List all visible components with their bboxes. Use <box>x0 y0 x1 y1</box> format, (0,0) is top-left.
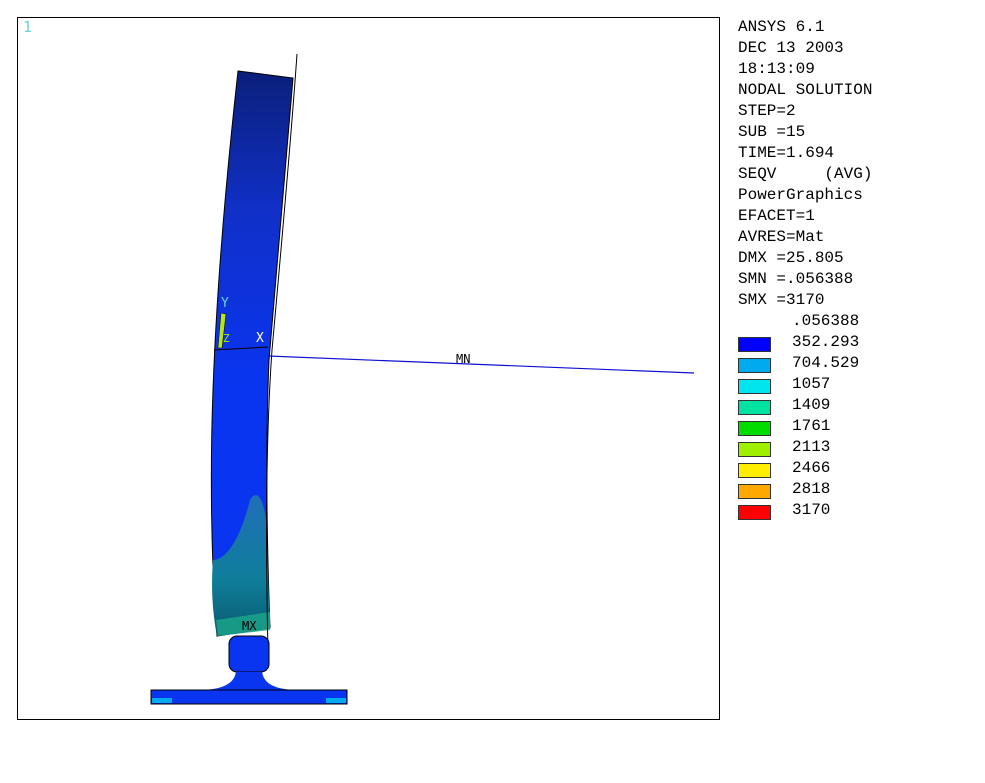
legend-min-value: .056388 <box>792 312 860 330</box>
legend-swatch <box>738 358 771 373</box>
base-right-patch <box>326 698 346 703</box>
info-line: PowerGraphics <box>738 186 863 204</box>
info-line: SMN =.056388 <box>738 270 854 288</box>
triad-z-label: Z <box>223 332 230 345</box>
info-line: EFACET=1 <box>738 207 815 225</box>
info-line: 18:13:09 <box>738 60 815 78</box>
legend-value: 2113 <box>792 438 831 456</box>
max-marker-label: MX <box>242 619 257 633</box>
legend-swatch <box>738 484 771 499</box>
root-neck <box>228 635 270 673</box>
info-line: DEC 13 2003 <box>738 39 844 57</box>
root-fillet <box>198 672 300 690</box>
info-line: STEP=2 <box>738 102 796 120</box>
legend-swatch <box>738 400 771 415</box>
info-line: TIME=1.694 <box>738 144 835 162</box>
legend-value: 2818 <box>792 480 831 498</box>
legend-value: 3170 <box>792 501 831 519</box>
legend-value: 704.529 <box>792 354 860 372</box>
min-marker-label: MN <box>456 352 470 366</box>
legend-swatch <box>738 337 771 352</box>
legend-value: 352.293 <box>792 333 860 351</box>
legend-value: 1057 <box>792 375 831 393</box>
legend-value: 1761 <box>792 417 831 435</box>
legend-swatch <box>738 505 771 520</box>
info-line: ANSYS 6.1 <box>738 18 825 36</box>
info-line: SMX =3170 <box>738 291 825 309</box>
info-line: SUB =15 <box>738 123 806 141</box>
legend-swatch <box>738 442 771 457</box>
info-panel: ANSYS 6.1 DEC 13 2003 18:13:09 NODAL SOL… <box>738 17 872 311</box>
legend-swatch <box>738 379 771 394</box>
info-line: AVRES=Mat <box>738 228 825 246</box>
legend-swatch <box>738 421 771 436</box>
info-line: DMX =25.805 <box>738 249 844 267</box>
legend-swatch <box>738 463 771 478</box>
min-locator-line <box>267 355 695 374</box>
base-plate <box>150 689 348 705</box>
triad-y-label: Y <box>221 296 229 311</box>
legend-value: 2466 <box>792 459 831 477</box>
legend-value: 1409 <box>792 396 831 414</box>
info-line: NODAL SOLUTION <box>738 81 873 99</box>
base-left-patch <box>152 698 172 703</box>
info-line: SEQV (AVG) <box>738 165 873 183</box>
triad-x-label: X <box>256 331 264 346</box>
